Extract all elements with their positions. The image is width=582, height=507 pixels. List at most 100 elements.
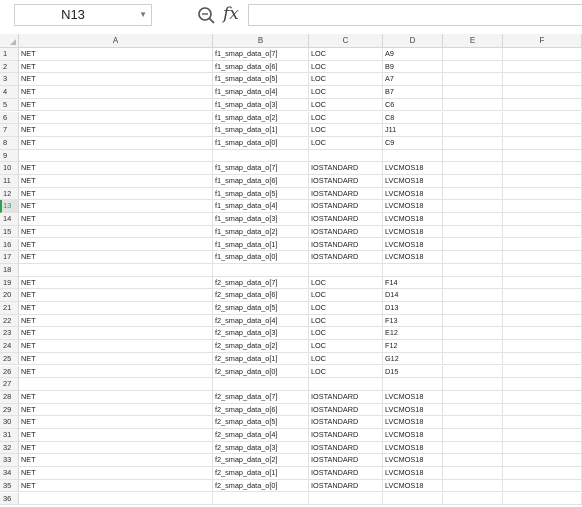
cell-f[interactable] bbox=[503, 429, 582, 442]
cell-d[interactable]: LVCMOS18 bbox=[383, 162, 443, 175]
cell-d[interactable]: LVCMOS18 bbox=[383, 467, 443, 480]
cell-c[interactable]: IOSTANDARD bbox=[309, 390, 383, 404]
row-header[interactable]: 25 bbox=[0, 352, 19, 366]
cell-d[interactable]: LVCMOS18 bbox=[383, 251, 443, 264]
cell-e[interactable] bbox=[443, 175, 503, 188]
cell-b[interactable]: f1_smap_data_o[4] bbox=[213, 200, 309, 214]
cell-c[interactable]: LOC bbox=[309, 98, 383, 112]
cell-d[interactable]: A9 bbox=[383, 48, 443, 61]
cell-c[interactable]: IOSTANDARD bbox=[309, 225, 383, 239]
cell-f[interactable] bbox=[503, 365, 582, 379]
row-header[interactable]: 18 bbox=[0, 263, 19, 277]
cell-e[interactable] bbox=[443, 263, 503, 277]
cell-c[interactable]: LOC bbox=[309, 124, 383, 137]
cell-e[interactable] bbox=[443, 479, 503, 493]
cell-a[interactable]: NET bbox=[19, 48, 213, 61]
row-header[interactable]: 22 bbox=[0, 314, 19, 328]
row-header[interactable]: 13 bbox=[0, 200, 19, 214]
cell-a[interactable] bbox=[19, 378, 213, 391]
row-header[interactable]: 27 bbox=[0, 378, 19, 391]
cell-f[interactable] bbox=[503, 352, 582, 366]
name-box[interactable]: N13 ▼ bbox=[14, 4, 152, 26]
cell-e[interactable] bbox=[443, 454, 503, 468]
cell-d[interactable]: LVCMOS18 bbox=[383, 416, 443, 429]
cell-d[interactable] bbox=[383, 263, 443, 277]
cell-b[interactable] bbox=[213, 378, 309, 391]
cell-a[interactable]: NET bbox=[19, 467, 213, 480]
cell-a[interactable]: NET bbox=[19, 416, 213, 429]
cell-b[interactable]: f1_smap_data_o[7] bbox=[213, 162, 309, 175]
cell-e[interactable] bbox=[443, 213, 503, 226]
cell-d[interactable]: LVCMOS18 bbox=[383, 200, 443, 214]
fx-icon[interactable]: fx bbox=[223, 3, 243, 25]
cell-d[interactable]: LVCMOS18 bbox=[383, 390, 443, 404]
cell-c[interactable]: LOC bbox=[309, 48, 383, 61]
cell-f[interactable] bbox=[503, 289, 582, 302]
cell-a[interactable]: NET bbox=[19, 479, 213, 493]
cell-e[interactable] bbox=[443, 416, 503, 429]
cell-d[interactable]: LVCMOS18 bbox=[383, 175, 443, 188]
cell-a[interactable]: NET bbox=[19, 73, 213, 87]
cell-a[interactable] bbox=[19, 492, 213, 506]
cell-b[interactable]: f1_smap_data_o[5] bbox=[213, 187, 309, 201]
row-header[interactable]: 26 bbox=[0, 365, 19, 379]
cell-a[interactable]: NET bbox=[19, 98, 213, 112]
cell-b[interactable]: f1_smap_data_o[0] bbox=[213, 251, 309, 264]
cell-b[interactable]: f1_smap_data_o[2] bbox=[213, 111, 309, 125]
cell-a[interactable] bbox=[19, 149, 213, 163]
cell-a[interactable]: NET bbox=[19, 403, 213, 417]
cell-d[interactable] bbox=[383, 492, 443, 506]
cell-b[interactable] bbox=[213, 149, 309, 163]
cell-f[interactable] bbox=[503, 73, 582, 87]
cell-d[interactable]: D14 bbox=[383, 289, 443, 302]
cell-e[interactable] bbox=[443, 149, 503, 163]
cell-d[interactable]: LVCMOS18 bbox=[383, 441, 443, 455]
cell-b[interactable]: f1_smap_data_o[6] bbox=[213, 60, 309, 74]
cell-f[interactable] bbox=[503, 48, 582, 61]
cell-a[interactable]: NET bbox=[19, 340, 213, 353]
cell-e[interactable] bbox=[443, 429, 503, 442]
row-header[interactable]: 9 bbox=[0, 149, 19, 163]
row-header[interactable]: 15 bbox=[0, 225, 19, 239]
cell-a[interactable]: NET bbox=[19, 454, 213, 468]
cell-b[interactable]: f2_smap_data_o[7] bbox=[213, 276, 309, 290]
cell-d[interactable]: LVCMOS18 bbox=[383, 454, 443, 468]
cell-a[interactable]: NET bbox=[19, 136, 213, 150]
cell-f[interactable] bbox=[503, 479, 582, 493]
cell-e[interactable] bbox=[443, 60, 503, 74]
cell-a[interactable]: NET bbox=[19, 213, 213, 226]
cell-b[interactable]: f2_smap_data_o[4] bbox=[213, 429, 309, 442]
row-header[interactable]: 24 bbox=[0, 340, 19, 353]
cell-a[interactable]: NET bbox=[19, 289, 213, 302]
cell-a[interactable]: NET bbox=[19, 175, 213, 188]
column-header-b[interactable]: B bbox=[213, 34, 309, 47]
cell-f[interactable] bbox=[503, 327, 582, 341]
row-header[interactable]: 23 bbox=[0, 327, 19, 341]
cell-f[interactable] bbox=[503, 251, 582, 264]
chevron-down-icon[interactable]: ▼ bbox=[139, 5, 147, 25]
cell-f[interactable] bbox=[503, 111, 582, 125]
cell-d[interactable]: C8 bbox=[383, 111, 443, 125]
cell-e[interactable] bbox=[443, 302, 503, 315]
row-header[interactable]: 10 bbox=[0, 162, 19, 175]
cell-d[interactable]: LVCMOS18 bbox=[383, 238, 443, 252]
cell-f[interactable] bbox=[503, 390, 582, 404]
cell-b[interactable]: f1_smap_data_o[1] bbox=[213, 238, 309, 252]
cell-b[interactable]: f2_smap_data_o[6] bbox=[213, 289, 309, 302]
cell-f[interactable] bbox=[503, 467, 582, 480]
cell-e[interactable] bbox=[443, 289, 503, 302]
cell-b[interactable]: f2_smap_data_o[6] bbox=[213, 403, 309, 417]
cell-c[interactable]: IOSTANDARD bbox=[309, 429, 383, 442]
cell-c[interactable]: LOC bbox=[309, 111, 383, 125]
cell-e[interactable] bbox=[443, 225, 503, 239]
cell-f[interactable] bbox=[503, 492, 582, 506]
cell-e[interactable] bbox=[443, 340, 503, 353]
cell-c[interactable]: LOC bbox=[309, 276, 383, 290]
cell-f[interactable] bbox=[503, 340, 582, 353]
cell-c[interactable]: LOC bbox=[309, 340, 383, 353]
cell-b[interactable]: f2_smap_data_o[4] bbox=[213, 314, 309, 328]
cell-c[interactable]: LOC bbox=[309, 352, 383, 366]
cell-f[interactable] bbox=[503, 263, 582, 277]
cell-b[interactable]: f2_smap_data_o[1] bbox=[213, 352, 309, 366]
cell-a[interactable]: NET bbox=[19, 441, 213, 455]
